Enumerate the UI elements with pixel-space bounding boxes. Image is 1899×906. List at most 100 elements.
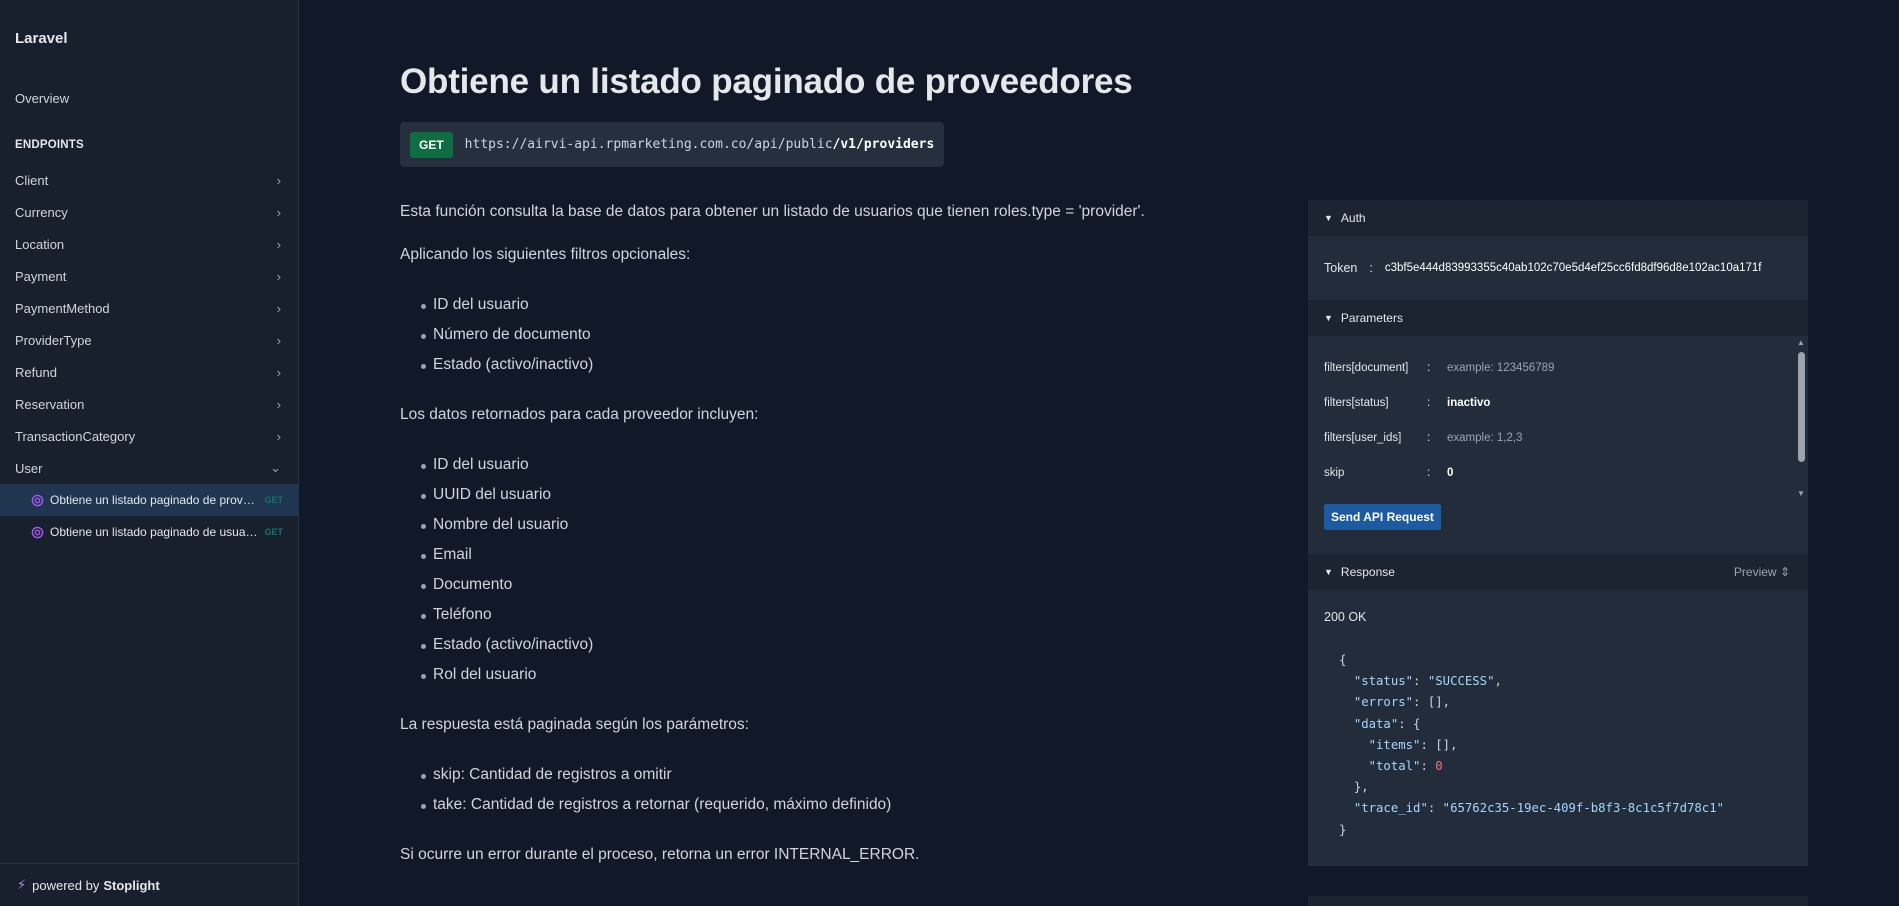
page-title: Obtiene un listado paginado de proveedor… bbox=[400, 62, 1133, 101]
list-item: Documento bbox=[420, 576, 513, 593]
response-section-body: 200 OK { "status": "SUCCESS", "errors": … bbox=[1308, 590, 1808, 866]
param-name: filters[document] bbox=[1324, 362, 1409, 374]
json-status-value: SUCCESS bbox=[1435, 674, 1488, 689]
list-item: UUID del usuario bbox=[420, 486, 552, 503]
sidebar-group-payment[interactable]: Payment › bbox=[0, 260, 299, 292]
chevron-right-icon: › bbox=[276, 428, 281, 444]
token-input[interactable]: c3bf5e444d83993355c40ab102c70e5d4ef25cc6… bbox=[1385, 262, 1780, 274]
brand-title[interactable]: Laravel bbox=[15, 30, 68, 47]
list-item: Estado (activo/inactivo) bbox=[420, 356, 594, 373]
error-note: Si ocurre un error durante el proceso, r… bbox=[400, 846, 920, 863]
param-colon: : bbox=[1427, 467, 1431, 479]
sidebar-group-label: Client bbox=[15, 172, 49, 188]
description-intro: Esta función consulta la base de datos p… bbox=[400, 203, 1145, 220]
sidebar-group-label: Currency bbox=[15, 204, 68, 220]
list-item: Número de documento bbox=[421, 326, 591, 343]
chevron-right-icon: › bbox=[276, 172, 281, 188]
sidebar-group-currency[interactable]: Currency › bbox=[0, 196, 299, 228]
list-item: Estado (activo/inactivo) bbox=[420, 636, 594, 653]
json-errors-value: [] bbox=[1427, 695, 1443, 710]
url-path: /v1/providers bbox=[832, 137, 935, 152]
parameters-section-header[interactable]: ▼ Parameters bbox=[1308, 300, 1808, 336]
parameters-scrollbar[interactable]: ▲ ▼ bbox=[1796, 338, 1806, 498]
caret-down-icon: ▼ bbox=[1324, 567, 1333, 577]
list-item: Rol del usuario bbox=[420, 666, 537, 683]
endpoint-url[interactable]: https://airvi-api.rpmarketing.com.co/api… bbox=[465, 137, 935, 152]
sidebar-group-label: ProviderType bbox=[15, 332, 92, 348]
scroll-down-arrow-icon[interactable]: ▼ bbox=[1796, 489, 1806, 498]
json-total-value: 0 bbox=[1435, 759, 1443, 774]
param-document-input[interactable]: example: 123456789 bbox=[1447, 362, 1554, 374]
chevron-down-icon: ⌄ bbox=[270, 460, 281, 475]
endpoints-section-title: ENDPOINTS bbox=[15, 139, 84, 151]
next-panel-edge bbox=[1308, 896, 1808, 906]
list-item: Nombre del usuario bbox=[420, 516, 569, 533]
list-item: take: Cantidad de registros a retornar (… bbox=[420, 796, 892, 813]
send-api-request-button[interactable]: Send API Request bbox=[1324, 504, 1441, 530]
sidebar-group-transactioncategory[interactable]: TransactionCategory › bbox=[0, 420, 299, 452]
try-it-panel: ▼ Auth Token : c3bf5e444d83993355c40ab10… bbox=[1308, 200, 1808, 866]
sidebar-group-paymentmethod[interactable]: PaymentMethod › bbox=[0, 292, 299, 324]
param-row-skip: skip : 0 bbox=[1324, 463, 1453, 483]
chevron-right-icon: › bbox=[276, 236, 281, 252]
powered-prefix: powered by bbox=[32, 877, 100, 893]
json-trace-id-value: 65762c35-19ec-409f-b8f3-8c1c5f7d78c1 bbox=[1450, 801, 1717, 816]
sidebar-group-label: Payment bbox=[15, 268, 67, 284]
sidebar-group-refund[interactable]: Refund › bbox=[0, 356, 299, 388]
token-colon: : bbox=[1369, 261, 1373, 275]
sidebar-endpoint-list-providers[interactable]: Obtiene un listado paginado de proveedor… bbox=[0, 484, 299, 516]
list-item: ID del usuario bbox=[421, 296, 529, 313]
response-section-header[interactable]: ▼ Response Preview ⇕ bbox=[1308, 554, 1808, 590]
param-skip-input[interactable]: 0 bbox=[1447, 467, 1453, 479]
preview-label: Preview bbox=[1733, 565, 1777, 579]
send-request-area: Send API Request bbox=[1308, 498, 1808, 554]
param-row-document: filters[document] : example: 123456789 bbox=[1324, 358, 1554, 378]
auth-section-body: Token : c3bf5e444d83993355c40ab102c70e5d… bbox=[1308, 236, 1808, 300]
json-items-value: [] bbox=[1435, 737, 1451, 752]
powered-by-stoplight[interactable]: ⚡ powered by Stoplight bbox=[0, 863, 299, 906]
param-user-ids-input[interactable]: example: 1,2,3 bbox=[1447, 432, 1522, 444]
sidebar-group-providertype[interactable]: ProviderType › bbox=[0, 324, 299, 356]
filters-intro: Aplicando los siguientes filtros opciona… bbox=[400, 246, 691, 263]
sidebar-endpoint-list-users[interactable]: Obtiene un listado paginado de usuarios … bbox=[0, 516, 299, 548]
endpoint-label: Obtiene un listado paginado de proveedor… bbox=[50, 493, 258, 507]
response-status: 200 OK bbox=[1324, 610, 1367, 624]
param-row-user-ids: filters[user_ids] : example: 1,2,3 bbox=[1324, 428, 1522, 448]
lightning-icon: ⚡ bbox=[17, 877, 27, 892]
sort-arrows-icon: ⇕ bbox=[1779, 565, 1790, 579]
method-badge: GET bbox=[264, 527, 283, 537]
sidebar-group-client[interactable]: Client › bbox=[0, 164, 299, 196]
endpoint-icon bbox=[31, 494, 44, 506]
overview-link[interactable]: Overview bbox=[15, 91, 69, 106]
url-base: https://airvi-api.rpmarketing.com.co/api… bbox=[464, 137, 833, 152]
sidebar-group-location[interactable]: Location › bbox=[0, 228, 299, 260]
preview-selector[interactable]: Preview ⇕ bbox=[1734, 565, 1790, 579]
param-name: filters[user_ids] bbox=[1324, 432, 1402, 444]
sidebar: Laravel Overview ENDPOINTS Client › Curre… bbox=[0, 0, 299, 906]
chevron-right-icon: › bbox=[276, 268, 281, 284]
param-name: skip bbox=[1324, 467, 1345, 479]
method-badge: GET bbox=[264, 495, 283, 505]
param-status-select[interactable]: inactivo bbox=[1447, 397, 1490, 409]
chevron-right-icon: › bbox=[276, 332, 281, 348]
param-name: filters[status] bbox=[1324, 397, 1389, 409]
sidebar-group-label: PaymentMethod bbox=[15, 300, 110, 316]
sidebar-group-reservation[interactable]: Reservation › bbox=[0, 388, 299, 420]
scrollbar-thumb[interactable] bbox=[1798, 352, 1805, 462]
auth-section-header[interactable]: ▼ Auth bbox=[1308, 200, 1808, 236]
param-row-status: filters[status] : inactivo bbox=[1324, 393, 1490, 413]
http-method-badge: GET bbox=[410, 131, 453, 158]
response-json: { "status": "SUCCESS", "errors": [], "da… bbox=[1339, 653, 1725, 837]
parameters-section-body: filters[document] : example: 123456789 f… bbox=[1308, 336, 1808, 498]
scroll-up-arrow-icon[interactable]: ▲ bbox=[1796, 338, 1806, 347]
fields-intro: Los datos retornados para cada proveedor… bbox=[400, 406, 759, 423]
caret-down-icon: ▼ bbox=[1324, 313, 1333, 323]
caret-down-icon: ▼ bbox=[1324, 213, 1333, 223]
chevron-right-icon: › bbox=[276, 396, 281, 412]
chevron-right-icon: › bbox=[276, 300, 281, 316]
response-label: Response bbox=[1340, 565, 1395, 579]
list-item: Teléfono bbox=[421, 606, 492, 623]
sidebar-group-label: TransactionCategory bbox=[15, 428, 136, 444]
endpoint-url-bar: GET https://airvi-api.rpmarketing.com.co… bbox=[400, 122, 944, 167]
sidebar-group-user[interactable]: User ⌄ bbox=[0, 452, 299, 484]
